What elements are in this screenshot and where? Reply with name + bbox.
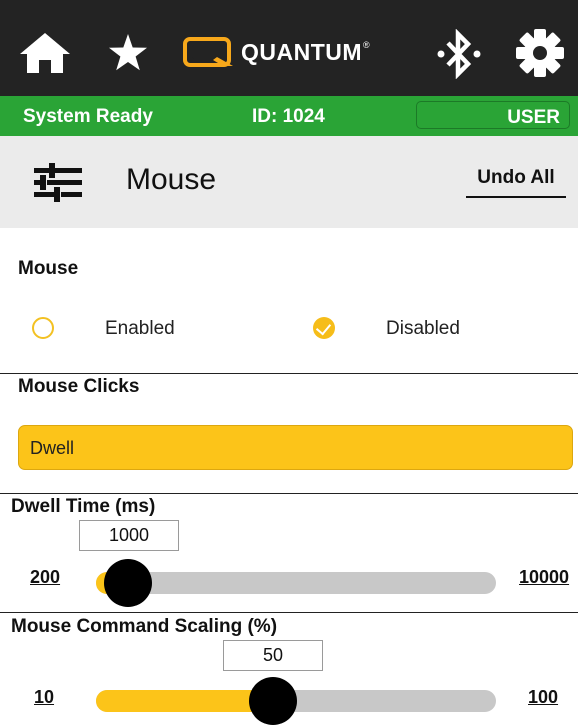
dwell-time-slider-track[interactable]	[96, 572, 496, 594]
disabled-radio[interactable]	[313, 317, 335, 339]
mouse-section-label: Mouse	[18, 258, 79, 279]
user-badge[interactable]: USER	[416, 101, 570, 129]
dwell-time-label: Dwell Time (ms)	[11, 496, 156, 517]
section-divider	[0, 612, 578, 613]
top-navigation-bar: QUANTUM ®	[0, 0, 578, 96]
bluetooth-icon[interactable]	[436, 29, 482, 79]
mouse-clicks-label: Mouse Clicks	[18, 376, 140, 397]
page-header: Mouse Undo All	[0, 136, 578, 228]
dwell-time-slider-thumb[interactable]	[104, 559, 152, 607]
enabled-radio[interactable]	[32, 317, 54, 339]
dwell-time-min-label: 200	[30, 567, 61, 587]
dwell-time-max-label: 10000	[519, 567, 570, 587]
quantum-logo: QUANTUM ®	[183, 36, 370, 68]
sliders-settings-icon	[34, 163, 82, 202]
user-badge-label: USER	[507, 107, 560, 128]
mouse-clicks-select[interactable]: Dwell	[18, 425, 573, 470]
dwell-time-value-field[interactable]: 1000	[79, 520, 179, 551]
brand-registered-mark: ®	[363, 40, 370, 50]
page-title: Mouse	[126, 163, 217, 196]
star-icon[interactable]	[108, 34, 148, 72]
status-bar: System Ready ID: 1024 USER	[0, 96, 578, 136]
scaling-label: Mouse Command Scaling (%)	[11, 616, 278, 637]
section-divider	[0, 373, 578, 374]
enabled-radio-label: Enabled	[105, 318, 175, 339]
device-id-text: ID: 1024	[252, 106, 325, 127]
scaling-min-label: 10	[34, 687, 55, 707]
disabled-radio-label: Disabled	[386, 318, 460, 339]
brand-name: QUANTUM	[241, 38, 363, 65]
section-divider	[0, 493, 578, 494]
home-icon[interactable]	[20, 33, 70, 73]
gear-icon[interactable]	[515, 28, 565, 78]
quantum-q-logo-icon	[183, 37, 233, 67]
scaling-slider-thumb[interactable]	[249, 677, 297, 725]
scaling-slider-fill	[96, 690, 274, 712]
mouse-clicks-selected-value: Dwell	[30, 438, 75, 458]
system-status-text: System Ready	[23, 106, 153, 127]
scaling-value-field[interactable]: 50	[223, 640, 323, 671]
undo-all-button[interactable]: Undo All	[466, 167, 566, 198]
scaling-max-label: 100	[528, 687, 559, 707]
